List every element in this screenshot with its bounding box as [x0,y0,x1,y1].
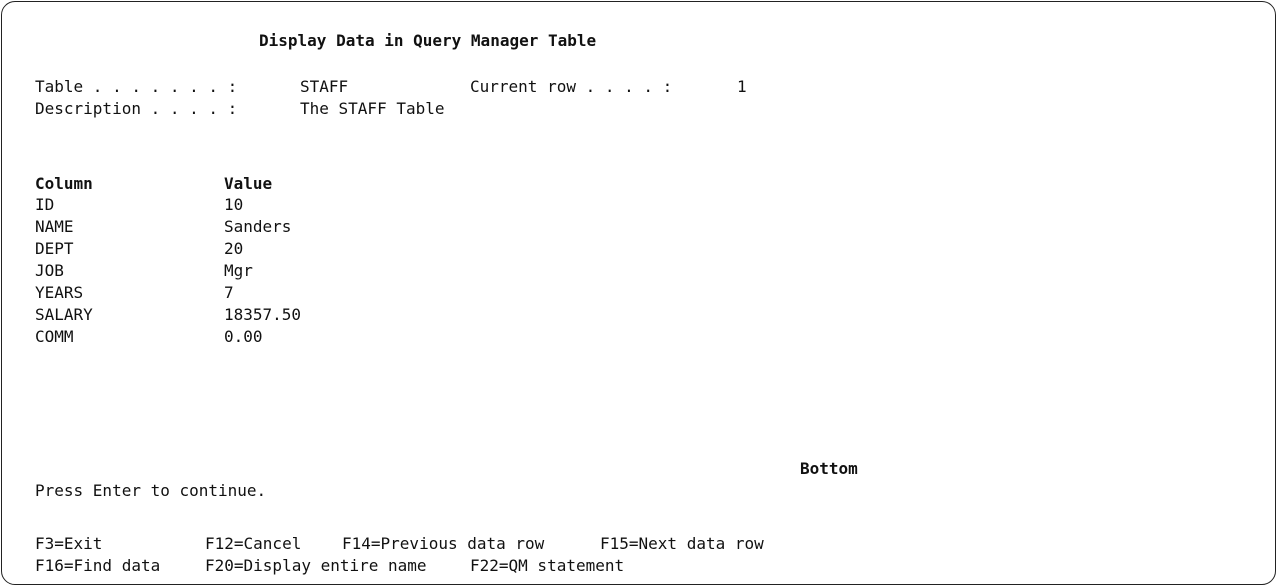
column-value-years: 7 [224,283,234,302]
column-value-salary: 18357.50 [224,305,302,324]
column-name-dept: DEPT [35,239,74,258]
table-value: STAFF [300,77,349,96]
terminal-screen: Display Data in Query Manager Table Tabl… [1,1,1276,585]
f15-next-row-key[interactable]: F15=Next data row [600,534,764,554]
column-name-years: YEARS [35,283,84,302]
f20-display-name-key[interactable]: F20=Display entire name [205,556,427,576]
column-name-name: NAME [35,217,74,236]
description-value: The STAFF Table [300,99,445,118]
current-row-value: 1 [737,77,747,96]
f22-qm-statement-key[interactable]: F22=QM statement [470,556,624,576]
bottom-indicator: Bottom [800,459,858,478]
column-value-job: Mgr [224,261,253,280]
value-header: Value [224,174,273,193]
status-message: Press Enter to continue. [35,481,267,500]
current-row-label: Current row . . . . : [470,77,673,96]
f12-cancel-key[interactable]: F12=Cancel [205,534,301,554]
column-name-salary: SALARY [35,305,93,324]
column-name-comm: COMM [35,327,74,346]
f14-previous-row-key[interactable]: F14=Previous data row [342,534,544,554]
description-label: Description . . . . : [35,99,238,118]
column-name-id: ID [35,195,55,214]
column-name-job: JOB [35,261,64,280]
column-value-id: 10 [224,195,244,214]
f3-exit-key[interactable]: F3=Exit [35,534,102,554]
table-label: Table . . . . . . . : [35,77,238,96]
column-value-dept: 20 [224,239,244,258]
screen-title: Display Data in Query Manager Table [259,31,597,50]
column-value-comm: 0.00 [224,327,263,346]
column-header: Column [35,174,93,193]
f16-find-data-key[interactable]: F16=Find data [35,556,160,576]
column-value-name: Sanders [224,217,292,236]
